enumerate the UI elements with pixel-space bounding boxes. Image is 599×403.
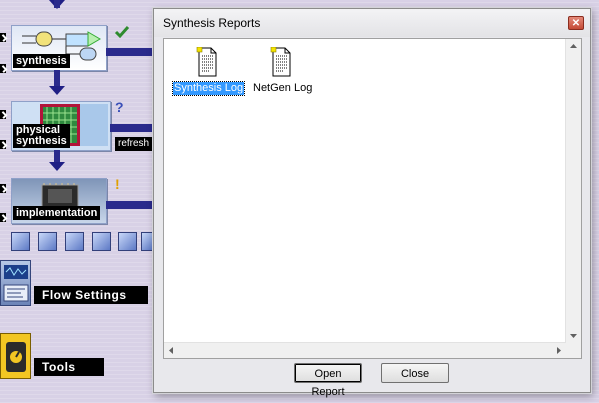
flow-connector [106,201,154,209]
file-label: NetGen Log [253,82,313,94]
open-report-button[interactable]: Open Report [294,363,362,398]
physical-synthesis-step-button[interactable]: physical synthesis [11,101,111,151]
synthesis-reports-dialog: Synthesis Reports ✕ Synthesis Log NetGen… [153,8,591,398]
horizontal-scrollbar[interactable] [164,342,566,358]
step-marker [0,213,6,222]
tool-icon[interactable] [118,232,137,251]
document-icon [270,47,291,77]
close-icon[interactable]: ✕ [568,16,584,30]
status-question-icon: ? [115,99,124,115]
refresh-button[interactable]: refresh [115,137,153,151]
implementation-step-label: implementation [13,206,101,220]
physical-synthesis-step-label: physical synthesis [13,124,70,148]
flow-settings-button[interactable]: Flow Settings [34,286,148,304]
scroll-up-icon[interactable] [566,39,581,54]
scroll-down-icon[interactable] [566,328,581,343]
synthesis-step-button[interactable]: synthesis [11,25,107,71]
tools-icon[interactable] [0,333,31,379]
step-marker [0,110,6,119]
tool-icon[interactable] [141,232,153,251]
step-marker [0,64,6,73]
flow-connector [106,48,154,56]
scroll-right-icon[interactable] [551,343,566,358]
dialog-titlebar[interactable]: Synthesis Reports ✕ [154,9,590,37]
reports-list[interactable]: Synthesis Log NetGen Log [163,38,582,359]
tool-icon[interactable] [11,232,30,251]
synthesis-step-label: synthesis [13,54,70,68]
flow-arrow [49,86,65,95]
tool-icon[interactable] [92,232,111,251]
flow-connector [110,124,154,132]
tools-button[interactable]: Tools [34,358,104,376]
vertical-scrollbar[interactable] [565,39,581,343]
scroll-corner [566,343,581,358]
close-button[interactable]: Close [381,363,449,383]
tool-icon[interactable] [38,232,57,251]
check-icon [114,26,130,39]
scroll-left-icon[interactable] [164,343,179,358]
flow-line [54,0,60,8]
flow-arrow [49,162,65,171]
document-icon [196,47,217,77]
step-marker [0,33,6,42]
tool-icon[interactable] [65,232,84,251]
file-item-synthesis-log[interactable]: Synthesis Log [171,47,246,97]
file-label: Synthesis Log [171,81,246,96]
file-item-netgen-log[interactable]: NetGen Log [248,47,314,97]
implementation-step-button[interactable]: implementation [11,178,107,224]
step-marker [0,140,6,149]
dialog-title: Synthesis Reports [163,16,261,30]
status-warning-icon: ! [115,176,120,192]
step-marker [0,184,6,193]
flow-settings-icon[interactable] [0,260,31,306]
